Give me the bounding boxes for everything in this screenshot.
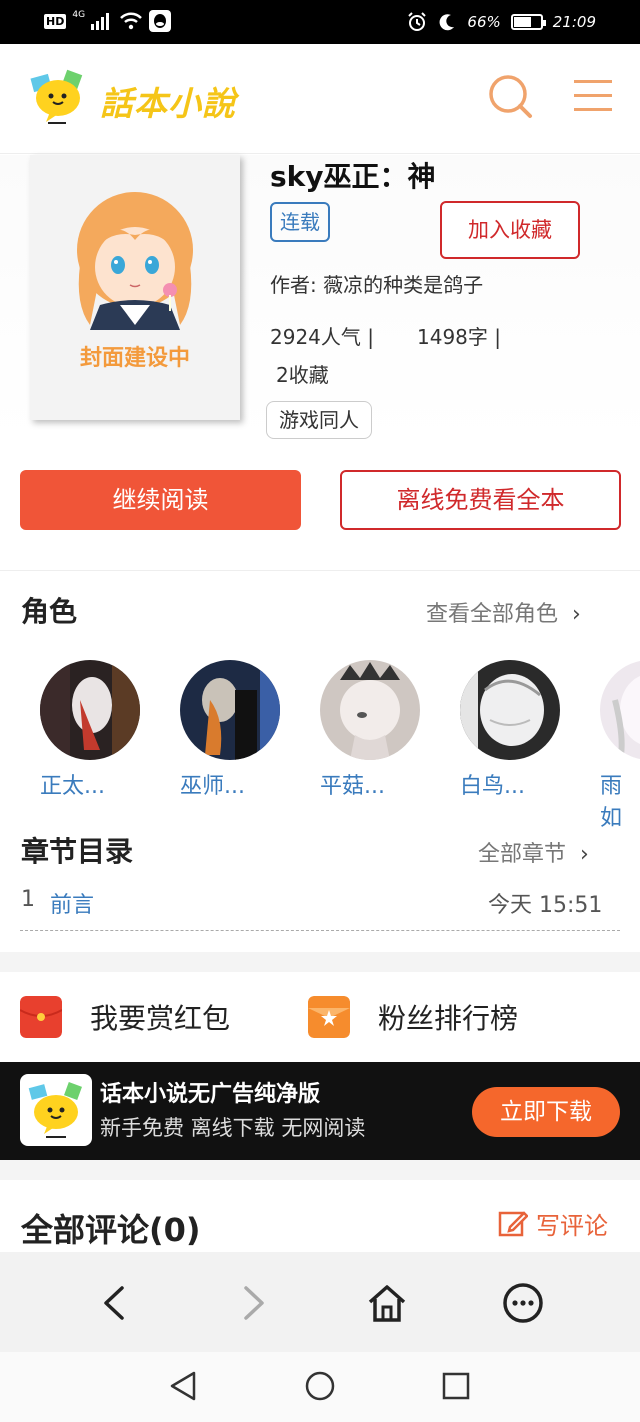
chevron-right-icon: › <box>580 842 589 867</box>
red-envelope-icon <box>20 996 62 1038</box>
view-all-characters-link[interactable]: 查看全部角色 › <box>426 596 581 628</box>
character-name: 巫师... <box>180 774 245 799</box>
app-logo-text: 話本小說 <box>100 84 236 123</box>
book-info: 封面建设中 sky巫正：神 连载 加入收藏 作者: 薇凉的种类是鸽子 2924人… <box>0 155 640 445</box>
network-type: 4G <box>72 10 86 20</box>
character-avatar <box>600 660 640 760</box>
chapter-link[interactable]: 前言 <box>50 887 94 919</box>
character-item[interactable]: 平菇... <box>320 660 430 800</box>
fan-ranking-button[interactable]: 粉丝排行榜 <box>308 995 518 1039</box>
nav-back-icon[interactable] <box>168 1370 200 1402</box>
search-icon[interactable] <box>486 72 534 120</box>
character-avatar <box>180 660 280 760</box>
app-logo-icon[interactable] <box>28 68 86 126</box>
battery-icon <box>510 14 546 30</box>
character-name: 平菇... <box>320 774 385 799</box>
write-comment-button[interactable]: 写评论 <box>498 1206 608 1241</box>
ranking-label: 粉丝排行榜 <box>378 1002 519 1035</box>
app-header: 話本小說 <box>0 44 640 154</box>
character-avatar <box>40 660 140 760</box>
all-chapters-label: 全部章节 <box>478 842 567 867</box>
chapter-time: 今天 15:51 <box>488 893 603 918</box>
signal-icon <box>91 13 110 30</box>
offline-read-button[interactable]: 离线免费看全本 <box>340 470 621 530</box>
nav-recents-icon[interactable] <box>440 1370 472 1402</box>
chevron-right-icon: › <box>572 602 581 627</box>
character-item[interactable]: 巫师... <box>180 660 290 800</box>
cover-placeholder-text: 封面建设中 <box>79 346 190 371</box>
download-now-button[interactable]: 立即下载 <box>472 1087 620 1137</box>
menu-icon[interactable] <box>572 76 614 116</box>
app-download-banner[interactable]: 话本小说无广告纯净版 新手免费 离线下载 无网阅读 立即下载 <box>0 1062 640 1160</box>
hd-badge: HD <box>44 13 67 29</box>
all-chapters-link[interactable]: 全部章节 › <box>478 836 589 868</box>
more-options-icon[interactable] <box>502 1282 544 1324</box>
chapter-number: 1 <box>21 887 35 912</box>
serial-status-badge: 连载 <box>270 202 330 242</box>
ad-subtitle: 新手免费 离线下载 无网阅读 <box>100 1116 366 1140</box>
nav-home-icon[interactable] <box>304 1370 336 1402</box>
app-logo-icon <box>28 1082 82 1138</box>
qq-icon <box>149 10 172 32</box>
character-item[interactable]: 白鸟... <box>460 660 570 800</box>
section-gap <box>0 1160 640 1180</box>
continue-reading-button[interactable]: 继续阅读 <box>20 470 301 530</box>
add-favorite-button[interactable]: 加入收藏 <box>440 201 580 259</box>
home-icon[interactable] <box>366 1282 408 1324</box>
moon-icon <box>439 14 455 31</box>
character-name: 雨如 <box>600 774 623 831</box>
chapters-title: 章节目录 <box>21 835 134 868</box>
clock: 21:09 <box>552 13 596 31</box>
word-count-stat: 1498字 | <box>417 325 501 349</box>
view-all-characters-label: 查看全部角色 <box>426 602 559 627</box>
write-comment-label: 写评论 <box>536 1212 608 1240</box>
genre-tag[interactable]: 游戏同人 <box>266 401 372 439</box>
edit-icon <box>498 1210 528 1236</box>
alarm-icon <box>408 12 427 31</box>
character-name: 正太... <box>40 774 105 799</box>
reward-button[interactable]: 我要赏红包 <box>20 995 230 1039</box>
book-title: sky巫正：神 <box>270 160 436 193</box>
browser-toolbar <box>0 1252 640 1352</box>
character-avatar <box>320 660 420 760</box>
character-item[interactable]: 正太... <box>40 660 150 800</box>
battery-text: 66% <box>467 13 501 31</box>
divider <box>0 570 640 571</box>
popularity-stat: 2924人气 | <box>270 325 374 349</box>
section-gap <box>0 952 640 972</box>
ad-logo <box>20 1074 92 1146</box>
divider <box>20 930 620 931</box>
character-item[interactable]: 雨如 <box>600 660 640 832</box>
comments-title: 全部评论(0) <box>21 1211 201 1249</box>
favorites-stat: 2收藏 <box>276 363 329 387</box>
character-avatar <box>460 660 560 760</box>
ad-title: 话本小说无广告纯净版 <box>100 1082 321 1107</box>
forward-icon[interactable] <box>232 1282 274 1324</box>
character-name: 白鸟... <box>460 774 525 799</box>
book-cover[interactable]: 封面建设中 <box>30 155 240 420</box>
book-author[interactable]: 作者: 薇凉的种类是鸽子 <box>270 269 483 298</box>
wifi-icon <box>120 12 142 30</box>
characters-title: 角色 <box>21 595 78 628</box>
status-bar: HD 4G 66% 21:09 <box>0 0 640 44</box>
back-icon[interactable] <box>94 1282 136 1324</box>
ranking-icon <box>308 996 350 1038</box>
reward-label: 我要赏红包 <box>90 1002 231 1035</box>
cover-illustration <box>30 155 240 420</box>
system-navigation-bar <box>0 1352 640 1422</box>
